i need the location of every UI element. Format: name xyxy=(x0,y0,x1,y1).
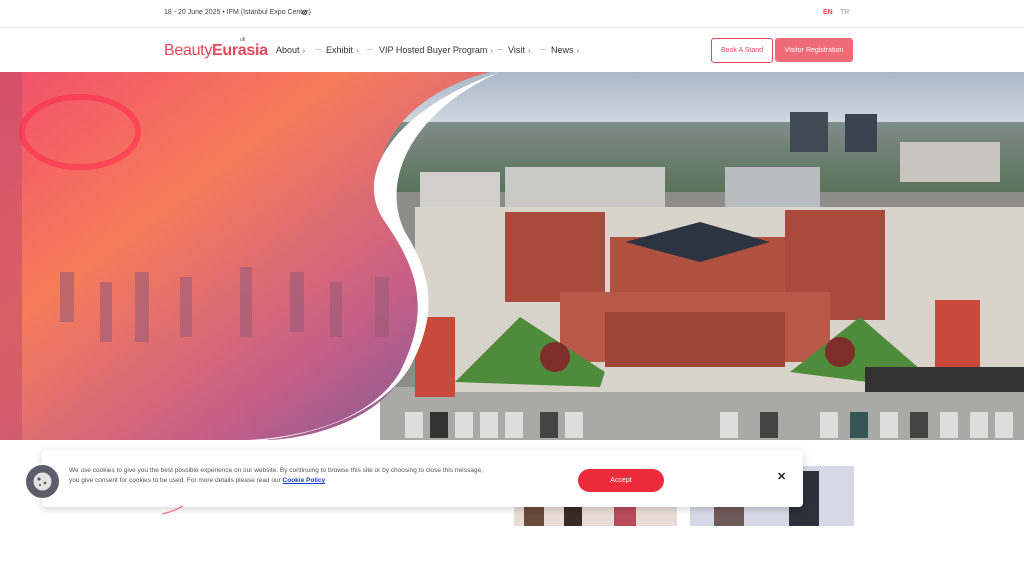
chevron-right-icon: › xyxy=(356,46,359,55)
nav-divider xyxy=(315,49,321,50)
chevron-right-icon: › xyxy=(490,46,494,55)
cookie-message-line2: you give consent for cookies to be used.… xyxy=(69,477,281,484)
nav-item-visit-label: Visit xyxy=(508,45,525,55)
cookie-message: We use cookies to give you the best poss… xyxy=(69,466,539,486)
nav-item-news-label: News xyxy=(551,45,574,55)
nav-item-vip-hosted-buyer[interactable]: VIP Hosted Buyer Program › xyxy=(379,45,493,55)
visitor-registration-button[interactable]: Visitor Registration xyxy=(775,38,853,62)
cookie-message-line1: We use cookies to give you the best poss… xyxy=(69,467,483,474)
chevron-right-icon: › xyxy=(302,46,306,55)
logo-text-eurasia: Eurasia xyxy=(212,42,268,59)
nav-item-exhibit-label: Exhibit xyxy=(326,45,354,55)
book-a-stand-button[interactable]: Book A Stand xyxy=(711,38,773,63)
language-en[interactable]: EN xyxy=(823,9,833,16)
nav-divider xyxy=(540,49,546,50)
nav-item-news[interactable]: News › xyxy=(551,45,579,55)
nav-item-visit[interactable]: Visit › xyxy=(508,45,531,55)
accept-cookies-button[interactable]: Accept xyxy=(578,469,664,492)
decorative-stroke xyxy=(161,505,184,515)
cookie-consent-banner: We use cookies to give you the best poss… xyxy=(24,450,803,507)
event-dates-location: 18 - 20 June 2025 • IFM (Istanbul Expo C… xyxy=(164,9,311,16)
nav-item-about[interactable]: About › xyxy=(276,45,305,55)
nav-divider xyxy=(497,49,503,50)
ufi-badge: ufi xyxy=(240,37,246,43)
hero-slider[interactable]: ‹ › xyxy=(0,72,1024,440)
close-icon[interactable]: ✕ xyxy=(777,470,786,483)
chevron-right-icon: › xyxy=(576,46,580,55)
nav-item-exhibit[interactable]: Exhibit › xyxy=(326,45,359,55)
nav-item-vip-label: VIP Hosted Buyer Program xyxy=(379,45,488,55)
nav-divider xyxy=(367,49,373,50)
chevron-right-icon: › xyxy=(527,46,531,55)
cookie-icon xyxy=(24,463,61,500)
top-bar: 18 - 20 June 2025 • IFM (Istanbul Expo C… xyxy=(0,0,1024,28)
language-tr[interactable]: TR xyxy=(840,9,849,16)
beauty-eurasia-logo[interactable]: BeautyEurasia xyxy=(164,42,268,60)
map-pin-icon[interactable] xyxy=(301,9,308,16)
hero-image xyxy=(0,72,1024,440)
logo-text-beauty: Beauty xyxy=(164,42,213,59)
cookie-policy-link[interactable]: Cookie Policy xyxy=(283,477,326,484)
nav-item-about-label: About xyxy=(276,45,300,55)
